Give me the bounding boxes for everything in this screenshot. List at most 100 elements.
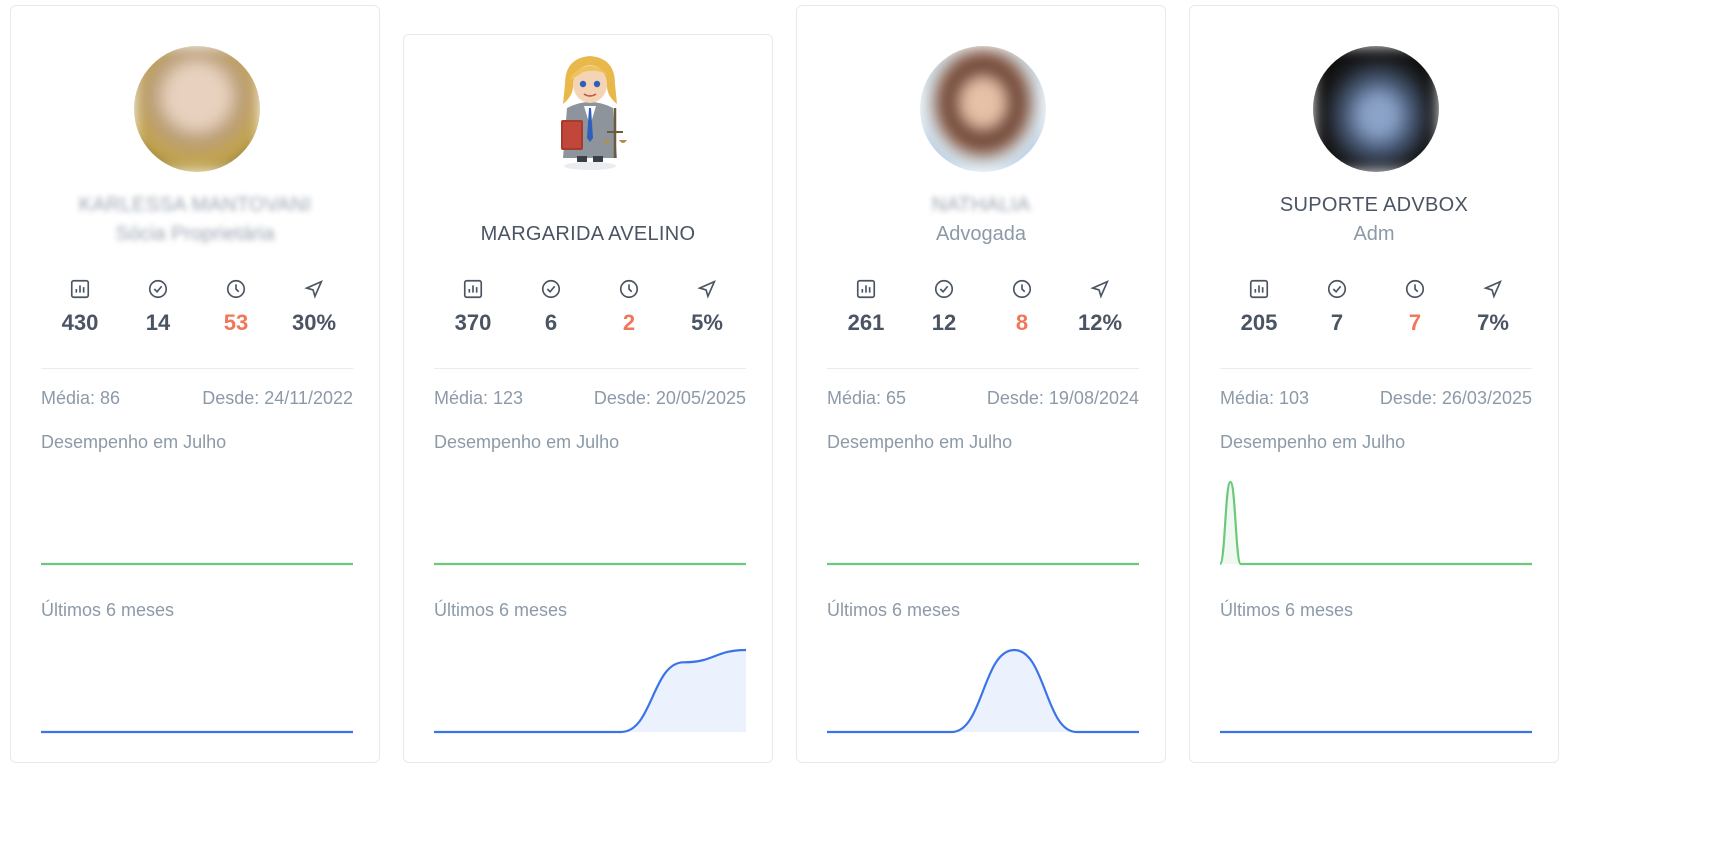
bar-chart-icon bbox=[70, 279, 90, 299]
meta-row: Média: 103 Desde: 26/03/2025 bbox=[1220, 388, 1532, 409]
stat-pending-value: 8 bbox=[1015, 310, 1029, 335]
monthly-label: Desempenho em Julho bbox=[827, 432, 1013, 452]
stat-rate-value: 12% bbox=[1077, 310, 1123, 335]
stats-row: 261 12 8 12% bbox=[827, 278, 1139, 336]
bar-chart-icon bbox=[1249, 279, 1269, 299]
sparkline-area bbox=[1220, 482, 1532, 564]
avatar bbox=[920, 46, 1046, 172]
bar-chart-icon bbox=[856, 279, 876, 299]
user-name: MARGARIDA AVELINO bbox=[480, 223, 696, 245]
divider bbox=[1220, 368, 1532, 369]
check-circle-icon bbox=[1327, 279, 1347, 299]
clock-icon bbox=[619, 279, 639, 299]
monthly-sparkline bbox=[827, 562, 1139, 566]
stat-done: 6 bbox=[512, 278, 590, 336]
stats-row: 370 6 2 5% bbox=[434, 278, 746, 336]
user-name: SUPORTE ADVBOX bbox=[1279, 194, 1469, 216]
stat-done: 14 bbox=[119, 278, 197, 336]
send-icon bbox=[697, 280, 716, 299]
stat-rate-value: 5% bbox=[691, 310, 723, 335]
send-icon bbox=[1090, 280, 1109, 299]
sparkline-line bbox=[1220, 480, 1532, 566]
user-role: Sócia Proprietária bbox=[115, 223, 275, 245]
history-sparkline bbox=[1220, 730, 1532, 734]
stat-done: 12 bbox=[905, 278, 983, 336]
history-sparkline bbox=[434, 648, 746, 734]
stat-done-value: 14 bbox=[145, 310, 171, 335]
divider bbox=[827, 368, 1139, 369]
divider bbox=[41, 368, 353, 369]
average-text: Média: 103 bbox=[1220, 388, 1310, 408]
stat-total: 205 bbox=[1220, 278, 1298, 336]
clock-icon bbox=[226, 279, 246, 299]
stat-pending-value: 53 bbox=[223, 310, 249, 335]
send-icon bbox=[304, 280, 323, 299]
stats-row: 430 14 53 30% bbox=[41, 278, 353, 336]
stat-rate: 7% bbox=[1454, 278, 1532, 336]
history-label: Últimos 6 meses bbox=[1220, 600, 1354, 620]
user-card[interactable]: KARLESSA MANTOVANI Sócia Proprietária 43… bbox=[10, 5, 380, 763]
meta-row: Média: 86 Desde: 24/11/2022 bbox=[41, 388, 353, 409]
stat-total-value: 430 bbox=[61, 310, 99, 335]
stats-row: 205 7 7 7% bbox=[1220, 278, 1532, 336]
check-circle-icon bbox=[541, 279, 561, 299]
history-label: Últimos 6 meses bbox=[41, 600, 175, 620]
stat-rate: 30% bbox=[275, 278, 353, 336]
since-date: Desde: 20/05/2025 bbox=[593, 388, 746, 408]
history-sparkline bbox=[827, 648, 1139, 734]
history-label: Últimos 6 meses bbox=[434, 600, 568, 620]
user-card[interactable]: MARGARIDA AVELINO 370 6 2 5% Média: 123 … bbox=[403, 34, 773, 763]
history-label: Últimos 6 meses bbox=[827, 600, 961, 620]
stat-rate: 12% bbox=[1061, 278, 1139, 336]
sparkline-area bbox=[434, 650, 746, 732]
monthly-sparkline bbox=[41, 562, 353, 566]
monthly-label: Desempenho em Julho bbox=[434, 432, 620, 452]
meta-row: Média: 123 Desde: 20/05/2025 bbox=[434, 388, 746, 409]
user-card[interactable]: NATHALIA Advogada 261 12 8 12% Média: 65… bbox=[796, 5, 1166, 763]
average-text: Média: 123 bbox=[434, 388, 524, 408]
stat-pending-value: 2 bbox=[622, 310, 636, 335]
stat-total-value: 261 bbox=[847, 310, 885, 335]
check-circle-icon bbox=[934, 279, 954, 299]
stat-total-value: 370 bbox=[454, 310, 492, 335]
stat-pending: 7 bbox=[1376, 278, 1454, 336]
since-date: Desde: 24/11/2022 bbox=[202, 388, 353, 408]
send-icon bbox=[1483, 280, 1502, 299]
stat-rate: 5% bbox=[668, 278, 746, 336]
user-name: KARLESSA MANTOVANI bbox=[78, 194, 312, 216]
avatar bbox=[527, 46, 653, 172]
average-text: Média: 86 bbox=[41, 388, 121, 408]
since-date: Desde: 26/03/2025 bbox=[1379, 388, 1532, 408]
stat-pending-value: 7 bbox=[1408, 310, 1422, 335]
bar-chart-icon bbox=[463, 279, 483, 299]
stat-done-value: 12 bbox=[931, 310, 957, 335]
stat-done: 7 bbox=[1298, 278, 1376, 336]
clock-icon bbox=[1012, 279, 1032, 299]
stat-rate-value: 30% bbox=[291, 310, 337, 335]
avatar bbox=[134, 46, 260, 172]
stat-done-value: 6 bbox=[544, 310, 558, 335]
user-role: Advogada bbox=[935, 223, 1027, 245]
stat-total: 261 bbox=[827, 278, 905, 336]
stat-pending: 2 bbox=[590, 278, 668, 336]
meta-row: Média: 65 Desde: 19/08/2024 bbox=[827, 388, 1139, 409]
monthly-label: Desempenho em Julho bbox=[41, 432, 227, 452]
monthly-sparkline bbox=[1220, 480, 1532, 566]
stat-total: 430 bbox=[41, 278, 119, 336]
average-text: Média: 65 bbox=[827, 388, 907, 408]
since-date: Desde: 19/08/2024 bbox=[986, 388, 1139, 408]
monthly-sparkline bbox=[434, 562, 746, 566]
stat-pending: 53 bbox=[197, 278, 275, 336]
monthly-label: Desempenho em Julho bbox=[1220, 432, 1406, 452]
user-name: NATHALIA bbox=[931, 194, 1031, 216]
stat-total-value: 205 bbox=[1240, 310, 1278, 335]
avatar bbox=[1313, 46, 1439, 172]
stat-total: 370 bbox=[434, 278, 512, 336]
history-sparkline bbox=[41, 730, 353, 734]
stat-done-value: 7 bbox=[1330, 310, 1344, 335]
user-role: Adm bbox=[1353, 223, 1395, 245]
stat-rate-value: 7% bbox=[1477, 310, 1509, 335]
divider bbox=[434, 368, 746, 369]
clock-icon bbox=[1405, 279, 1425, 299]
user-card[interactable]: SUPORTE ADVBOX Adm 205 7 7 7% Média: 103… bbox=[1189, 5, 1559, 763]
